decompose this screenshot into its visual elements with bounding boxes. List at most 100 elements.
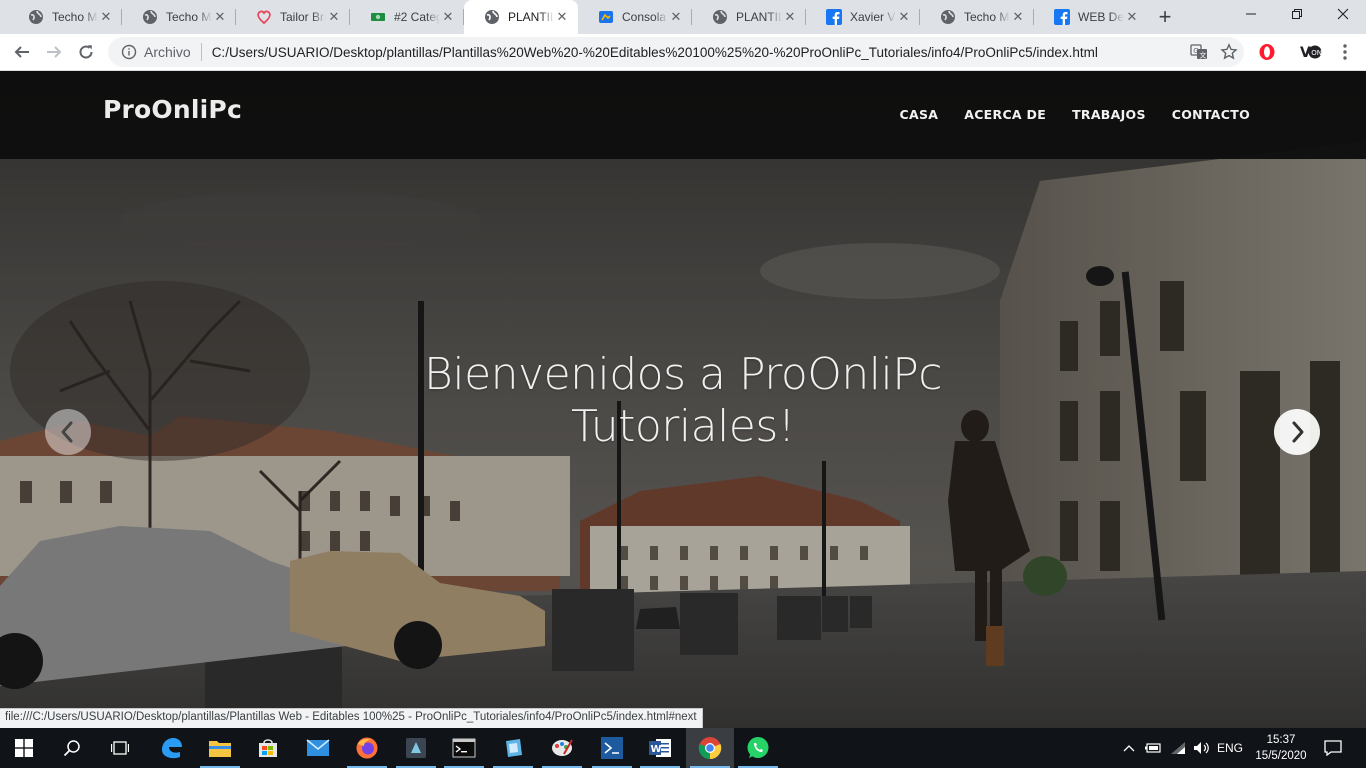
app-pinned-dark[interactable] (392, 728, 440, 768)
address-bar[interactable]: Archivo C:/Users/USUARIO/Desktop/plantil… (108, 37, 1244, 67)
arrow-right-icon (47, 46, 62, 58)
close-icon[interactable]: ✕ (440, 9, 456, 25)
firefox-icon (356, 737, 378, 759)
globe-icon (940, 9, 956, 25)
back-button[interactable] (8, 38, 36, 66)
nav-link-acerca-de[interactable]: ACERCA DE (964, 107, 1046, 122)
tab-title: Techo Materiales (964, 10, 1010, 24)
tab-title: Xavier VG (850, 10, 896, 24)
tab-title: Techo Materiales (52, 10, 98, 24)
browser-tab[interactable]: Xavier VG ✕ (806, 0, 920, 34)
battery-icon[interactable] (1142, 728, 1164, 768)
reload-icon (79, 45, 93, 59)
mail-icon (306, 739, 330, 756)
carousel-next-button[interactable] (1274, 409, 1320, 455)
tray-overflow-icon[interactable] (1118, 728, 1140, 768)
nav-link-contacto[interactable]: CONTACTO (1172, 107, 1250, 122)
site-logo[interactable]: ProOnliPc (103, 95, 242, 124)
browser-tab[interactable]: Techo Materiales ✕ (122, 0, 236, 34)
chrome-app[interactable] (686, 728, 734, 768)
nav-link-trabajos[interactable]: TRABAJOS (1072, 107, 1146, 122)
browser-tab-strip: Techo Materiales ✕ Techo Materiales ✕ Ta… (0, 0, 1366, 34)
search-button[interactable] (48, 728, 96, 768)
browser-tab[interactable]: #2 Categorías ✕ (350, 0, 464, 34)
close-icon[interactable]: ✕ (212, 9, 228, 25)
chevron-left-icon (61, 421, 73, 443)
action-center-button[interactable] (1318, 728, 1348, 768)
tab-title: PLANTILLAS (508, 10, 554, 24)
task-view-button[interactable] (96, 728, 144, 768)
tab-title: PLANTILLAS (736, 10, 782, 24)
close-window-button[interactable] (1320, 0, 1366, 30)
page-viewport: ProOnliPc CASA ACERCA DE TRABAJOS CONTAC… (0, 71, 1366, 728)
kebab-menu-icon[interactable] (1333, 40, 1357, 64)
word-icon: W (649, 739, 671, 757)
tab-title: Consola de (622, 10, 668, 24)
console-icon (598, 9, 614, 25)
nav-link-casa[interactable]: CASA (900, 107, 939, 122)
store-app[interactable] (244, 728, 292, 768)
browser-tab[interactable]: Tailor Brands ✕ (236, 0, 350, 34)
close-icon[interactable]: ✕ (668, 9, 684, 25)
tab-title: #2 Categorías (394, 10, 440, 24)
close-icon[interactable]: ✕ (326, 9, 342, 25)
scheme-label: Archivo (144, 44, 191, 60)
close-icon[interactable]: ✕ (98, 9, 114, 25)
close-icon[interactable]: ✕ (554, 9, 570, 25)
info-icon[interactable] (114, 44, 144, 60)
windows-logo-icon (15, 739, 33, 757)
star-icon[interactable] (1214, 43, 1244, 61)
language-indicator[interactable]: ENG (1214, 728, 1246, 768)
maximize-button[interactable] (1274, 0, 1320, 30)
carousel-prev-button[interactable] (45, 409, 91, 455)
globe-icon (28, 9, 44, 25)
svg-text:ON: ON (1311, 49, 1322, 57)
opera-icon[interactable] (1255, 40, 1279, 64)
volume-icon[interactable] (1190, 728, 1214, 768)
whatsapp-icon (747, 737, 769, 758)
tab-title: Tailor Brands (280, 10, 326, 24)
translate-icon[interactable]: G文 (1184, 43, 1214, 61)
forward-button[interactable] (40, 38, 68, 66)
browser-tab[interactable]: WEB Devs ✕ (1034, 0, 1148, 34)
terminal-app[interactable] (440, 728, 488, 768)
app-icon (406, 738, 426, 758)
browser-tab-active[interactable]: PLANTILLAS ✕ (464, 0, 578, 34)
browser-tab[interactable]: Techo Materiales ✕ (8, 0, 122, 34)
paint-icon (552, 739, 573, 756)
close-icon[interactable]: ✕ (782, 9, 798, 25)
vs-code-app[interactable] (588, 728, 636, 768)
wifi-icon[interactable] (1166, 728, 1190, 768)
close-icon[interactable]: ✕ (1010, 9, 1026, 25)
windows-start-button[interactable] (0, 728, 48, 768)
browser-tab[interactable]: PLANTILLAS ✕ (692, 0, 806, 34)
file-explorer-app[interactable] (196, 728, 244, 768)
whatsapp-app[interactable] (734, 728, 782, 768)
firefox-app[interactable] (343, 728, 391, 768)
close-icon[interactable]: ✕ (1124, 9, 1140, 25)
chrome-icon (698, 737, 722, 760)
chevron-right-icon (1292, 421, 1304, 443)
main-nav: CASA ACERCA DE TRABAJOS CONTACTO (900, 107, 1251, 122)
word-app[interactable]: W (636, 728, 684, 768)
browser-tab[interactable]: Techo Materiales ✕ (920, 0, 1034, 34)
app-pinned-blue[interactable] (489, 728, 537, 768)
browser-tab[interactable]: Consola de ✕ (578, 0, 692, 34)
mail-app[interactable] (294, 728, 342, 768)
reload-button[interactable] (72, 38, 100, 66)
edge-app[interactable] (148, 728, 196, 768)
windows-taskbar: W ENG 15:37 15/5/2020 (0, 728, 1366, 768)
vpn-extension-icon[interactable]: V ON (1299, 40, 1323, 64)
notification-icon (1324, 740, 1342, 756)
paint-app[interactable] (538, 728, 586, 768)
divider (200, 43, 202, 61)
edge-icon (162, 738, 182, 759)
taskbar-clock[interactable]: 15:37 15/5/2020 (1248, 732, 1314, 764)
new-tab-button[interactable]: + (1152, 4, 1178, 30)
hero-heading: Bienvenidos a ProOnliPc Tutoriales! (424, 349, 942, 452)
url-text[interactable]: C:/Users/USUARIO/Desktop/plantillas/Plan… (212, 45, 1184, 60)
tab-title: Techo Materiales (166, 10, 212, 24)
minimize-button[interactable] (1228, 0, 1274, 30)
close-icon[interactable]: ✕ (896, 9, 912, 25)
browser-toolbar: Archivo C:/Users/USUARIO/Desktop/plantil… (0, 34, 1366, 71)
